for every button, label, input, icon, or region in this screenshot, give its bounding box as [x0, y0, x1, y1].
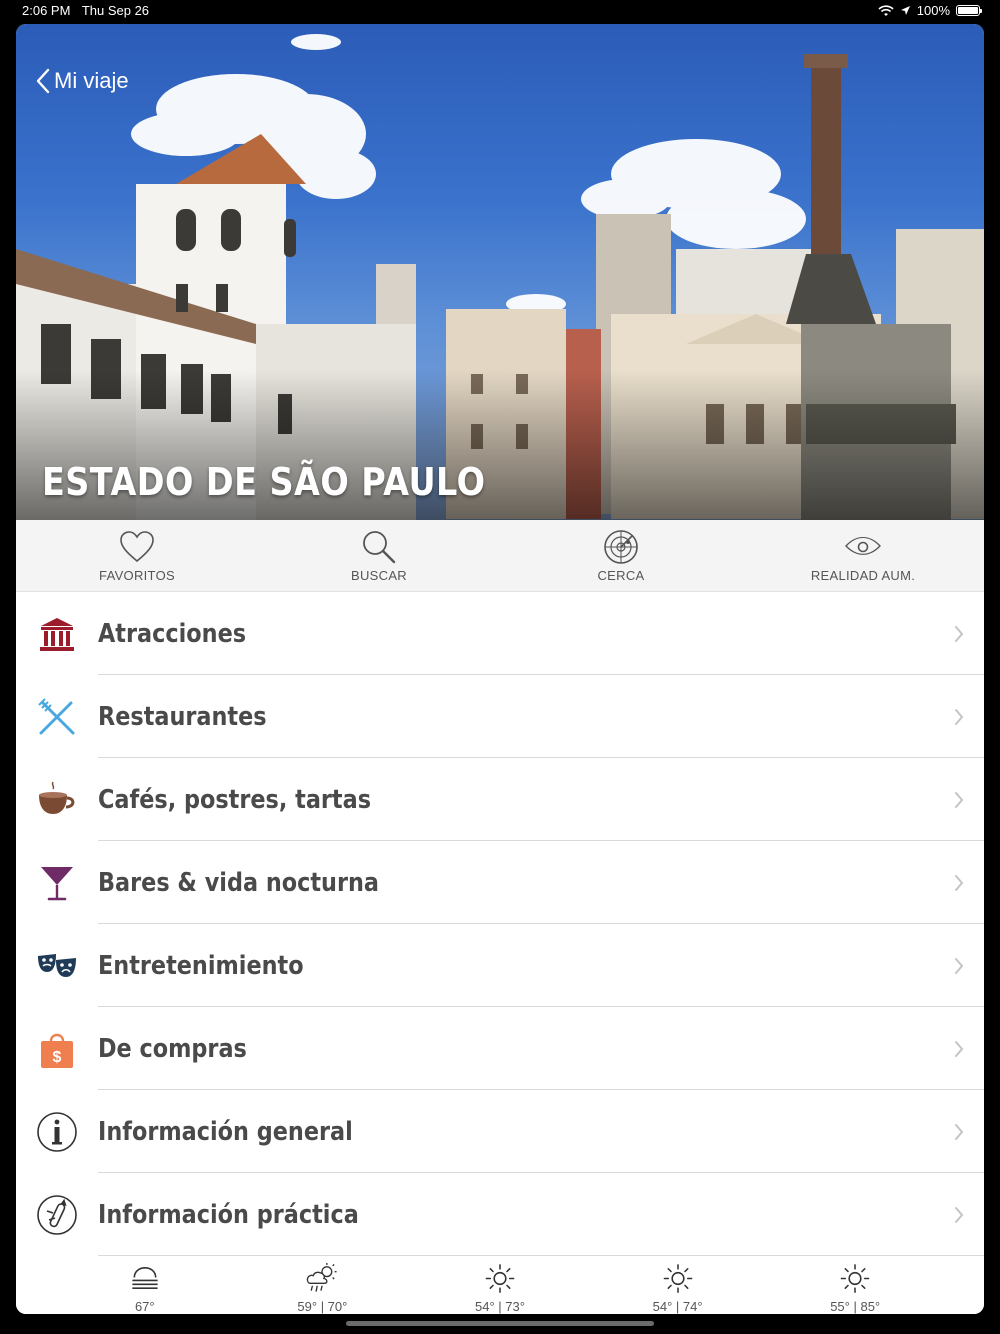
menu-icon-wrapper: [16, 695, 98, 739]
status-right: 100%: [878, 3, 982, 18]
chevron-right-icon: [934, 791, 984, 809]
weather-temp: 59° | 70°: [297, 1299, 348, 1314]
nearby-button[interactable]: CERCA: [500, 520, 742, 591]
menu-item-info-general[interactable]: Información general: [16, 1090, 984, 1173]
menu-label: Entretenimiento: [98, 950, 304, 981]
fork-knife-icon: [38, 697, 75, 734]
weather-day: 54° | 73°: [411, 1256, 589, 1314]
menu-item-compras[interactable]: $ De compras: [16, 1007, 984, 1090]
chevron-left-icon: [36, 68, 50, 94]
search-label: BUSCAR: [351, 568, 407, 583]
cocktail-icon: [41, 866, 73, 900]
favorites-label: FAVORITOS: [99, 568, 175, 583]
nearby-label: CERCA: [597, 568, 645, 583]
hero-banner: Mi viaje ESTADO DE SÃO PAULO: [16, 24, 984, 520]
menu-item-cafes[interactable]: Cafés, postres, tartas: [16, 758, 984, 841]
menu-label: Información general: [98, 1116, 353, 1147]
heart-icon: [120, 531, 154, 563]
search-icon: [363, 531, 396, 564]
menu-label: De compras: [98, 1033, 247, 1064]
menu-icon-wrapper: [16, 944, 98, 988]
menu-item-entretenimiento[interactable]: Entretenimiento: [16, 924, 984, 1007]
menu-item-restaurantes[interactable]: Restaurantes: [16, 675, 984, 758]
menu-icon-wrapper: [16, 1110, 98, 1154]
battery-percent: 100%: [916, 3, 950, 18]
menu-label: Información práctica: [98, 1199, 359, 1230]
weather-day: 54° | 74°: [589, 1256, 767, 1314]
svg-text:$: $: [53, 1049, 62, 1066]
status-date: Thu Sep 26: [81, 3, 150, 18]
menu-icon-wrapper: [16, 612, 98, 656]
coffee-cup-icon: [39, 781, 75, 814]
chevron-right-icon: [934, 1123, 984, 1141]
menu-icon-wrapper: $: [16, 1027, 98, 1071]
menu-label: Atracciones: [98, 618, 247, 649]
menu-item-atracciones[interactable]: Atracciones: [16, 592, 984, 675]
weather-temp: 54° | 74°: [652, 1299, 703, 1314]
battery-icon: [956, 5, 982, 16]
back-label: Mi viaje: [54, 68, 129, 93]
museum-icon: [40, 617, 74, 651]
menu-label: Restaurantes: [98, 701, 267, 732]
eye-icon: [845, 536, 881, 555]
swiss-knife-icon: [37, 1194, 77, 1235]
weather-day: 67°: [56, 1256, 234, 1314]
sun-icon: [663, 1264, 692, 1293]
page-title: ESTADO DE SÃO PAULO: [42, 460, 486, 504]
status-time: 2:06 PM: [22, 3, 71, 18]
fog-icon: [132, 1267, 158, 1289]
sun-icon: [840, 1264, 870, 1293]
toolbar: FAVORITOS BUSCAR CERCA REALIDAD AUM.: [16, 520, 984, 592]
menu-icon-wrapper: [16, 861, 98, 905]
status-left: 2:06 PM Thu Sep 26: [22, 3, 157, 18]
status-bar: 2:06 PM Thu Sep 26 100%: [0, 0, 1000, 22]
menu-icon-wrapper: [16, 1193, 98, 1237]
back-button[interactable]: Mi viaje: [36, 68, 129, 94]
app-window: Mi viaje ESTADO DE SÃO PAULO FAVORITOS B…: [16, 24, 984, 1314]
weather-temp: 67°: [134, 1299, 155, 1314]
menu-item-bares[interactable]: Bares & vida nocturna: [16, 841, 984, 924]
radar-icon: [604, 530, 638, 564]
weather-forecast: 67° 59° | 70° 54° | 73° 54° | 74° 55° | …: [16, 1256, 984, 1314]
menu-item-info-practica[interactable]: Información práctica: [16, 1173, 984, 1256]
menu-label: Bares & vida nocturna: [98, 867, 380, 898]
augmented-reality-label: REALIDAD AUM.: [810, 568, 916, 583]
battery-fill: [958, 7, 978, 14]
chevron-right-icon: [934, 1040, 984, 1058]
chevron-right-icon: [934, 708, 984, 726]
sun-rain-icon: [307, 1262, 337, 1292]
weather-temp: 54° | 73°: [475, 1299, 525, 1314]
shopping-bag-icon: $: [41, 1033, 73, 1068]
category-menu: Atracciones Restaurantes Cafés, postres,…: [16, 592, 984, 1256]
info-icon: [37, 1111, 77, 1152]
menu-label: Cafés, postres, tartas: [98, 784, 372, 815]
sun-icon: [485, 1264, 515, 1293]
chevron-right-icon: [934, 1206, 984, 1224]
weather-temp: 55° | 85°: [830, 1299, 881, 1314]
weather-day: 55° | 85°: [766, 1256, 944, 1314]
augmented-reality-button[interactable]: REALIDAD AUM.: [742, 520, 984, 591]
chevron-right-icon: [934, 874, 984, 892]
menu-icon-wrapper: [16, 778, 98, 822]
search-button[interactable]: BUSCAR: [258, 520, 500, 591]
weather-day: 59° | 70°: [234, 1256, 412, 1314]
chevron-right-icon: [934, 625, 984, 643]
home-indicator[interactable]: [346, 1321, 654, 1326]
wifi-icon: [878, 4, 894, 16]
location-arrow-icon: [900, 6, 910, 15]
theater-masks-icon: [38, 953, 76, 977]
chevron-right-icon: [934, 957, 984, 975]
favorites-button[interactable]: FAVORITOS: [16, 520, 258, 591]
